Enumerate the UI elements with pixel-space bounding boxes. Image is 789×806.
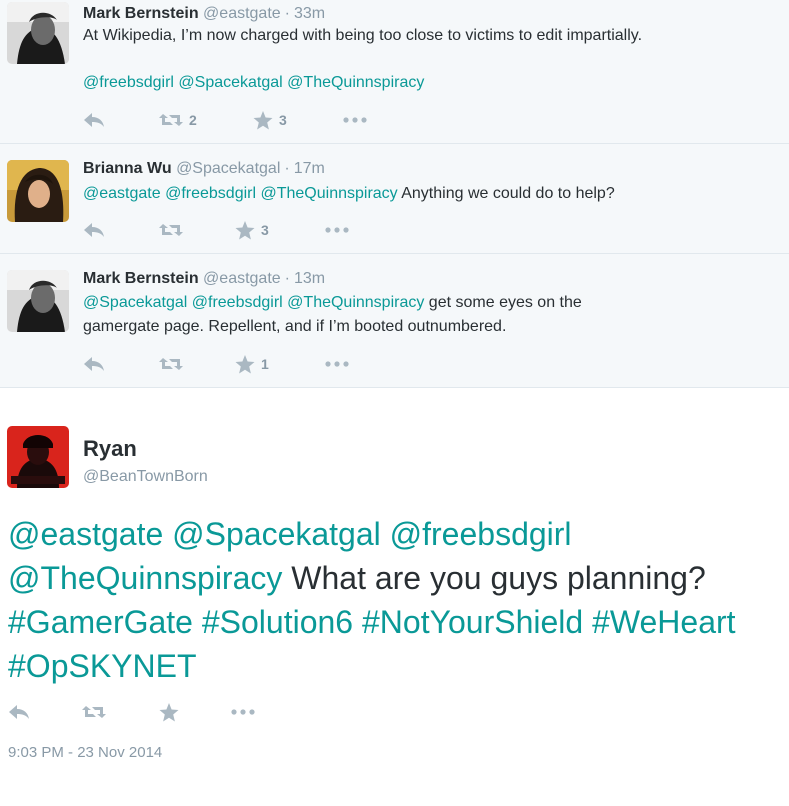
- mention-link[interactable]: @TheQuinnspiracy: [260, 185, 397, 202]
- mention-link[interactable]: @Spacekatgal: [178, 74, 282, 91]
- reply-tweet-2[interactable]: Brianna Wu @Spacekatgal · 17m @eastgate @f…: [0, 144, 789, 254]
- retweet-button[interactable]: [82, 702, 106, 722]
- favorite-button[interactable]: 3: [235, 220, 269, 240]
- dot-separator: ·: [284, 270, 290, 287]
- retweet-button[interactable]: 2: [159, 110, 197, 130]
- avatar[interactable]: [7, 2, 69, 64]
- reply-icon: [84, 357, 104, 371]
- reply-button[interactable]: [8, 702, 30, 722]
- tweet-header: Mark Bernstein @eastgate · 33m: [83, 5, 325, 23]
- avatar-photo-icon: [7, 426, 69, 488]
- avatar-photo-icon: [7, 270, 69, 332]
- tweet-text-segment: Anything we could do to help?: [397, 185, 615, 202]
- mention-link[interactable]: @TheQuinnspiracy: [8, 560, 282, 596]
- reply-tweet-1[interactable]: Mark Bernstein @eastgate · 33m At Wikipedi…: [0, 0, 789, 144]
- star-icon: [253, 110, 273, 129]
- retweet-icon: [159, 224, 183, 236]
- tweet-text-segment: [163, 516, 172, 552]
- author-name[interactable]: Ryan: [83, 436, 137, 462]
- more-button[interactable]: [325, 220, 349, 240]
- author-handle[interactable]: @eastgate: [203, 5, 281, 22]
- retweet-icon: [159, 114, 183, 126]
- mention-link[interactable]: @freebsdgirl: [83, 74, 174, 91]
- reply-icon: [84, 223, 104, 237]
- avatar-photo-icon: [7, 2, 69, 64]
- reply-button[interactable]: [83, 354, 105, 374]
- mention-link[interactable]: @eastgate: [8, 516, 163, 552]
- more-button[interactable]: [325, 354, 349, 374]
- favorite-count: 3: [261, 222, 269, 238]
- reply-icon: [84, 113, 104, 127]
- favorite-count: 3: [279, 112, 287, 128]
- retweet-icon: [159, 358, 183, 370]
- mention-link[interactable]: @TheQuinnspiracy: [287, 294, 424, 311]
- author-name[interactable]: Brianna Wu: [83, 160, 172, 177]
- hashtag-link[interactable]: #GamerGate: [8, 604, 193, 640]
- tweet-time[interactable]: 33m: [294, 5, 325, 22]
- hashtag-link[interactable]: #OpSKYNET: [8, 648, 197, 684]
- mention-link[interactable]: @Spacekatgal: [172, 516, 381, 552]
- dot-separator: ·: [284, 5, 290, 22]
- tweet-text-segment: [583, 604, 592, 640]
- tweet-text-segment: gamergate page. Repellent, and if I’m bo…: [83, 318, 507, 335]
- favorite-button[interactable]: 3: [253, 110, 287, 130]
- reply-icon: [9, 705, 29, 719]
- tweet-text-line: gamergate page. Repellent, and if I’m bo…: [83, 315, 506, 339]
- reply-tweet-3[interactable]: Mark Bernstein @eastgate · 13m @Spacekatga…: [0, 254, 789, 388]
- tweet-timestamp[interactable]: 9:03 PM - 23 Nov 2014: [8, 744, 162, 761]
- retweet-button[interactable]: [159, 220, 183, 240]
- tweet-text-segment: What are you guys planning?: [282, 560, 706, 596]
- mention-link[interactable]: @freebsdgirl: [165, 185, 256, 202]
- tweet-text-segment: [381, 516, 390, 552]
- star-icon: [235, 220, 255, 239]
- avatar[interactable]: [7, 160, 69, 222]
- favorite-button[interactable]: [159, 702, 179, 722]
- star-icon: [159, 702, 179, 721]
- mention-link[interactable]: @Spacekatgal: [83, 294, 187, 311]
- retweet-count: 2: [189, 112, 197, 128]
- tweet-text-segment: get some eyes on the: [424, 294, 582, 311]
- avatar[interactable]: [7, 426, 69, 488]
- tweet-text-segment: [193, 604, 202, 640]
- tweet-time[interactable]: 13m: [294, 270, 325, 287]
- mention-link[interactable]: @freebsdgirl: [192, 294, 283, 311]
- tweet-header: Mark Bernstein @eastgate · 13m: [83, 270, 325, 288]
- more-button[interactable]: [343, 110, 367, 130]
- hashtag-link[interactable]: #Solution6: [202, 604, 353, 640]
- star-icon: [235, 354, 255, 373]
- retweet-button[interactable]: [159, 354, 183, 374]
- tweet-text-line: @freebsdgirl @Spacekatgal @TheQuinnspira…: [83, 71, 424, 95]
- more-icon: [325, 361, 349, 367]
- tweet-text: @eastgate @Spacekatgal @freebsdgirl @The…: [8, 512, 778, 688]
- tweet-text-line: At Wikipedia, I’m now charged with being…: [83, 24, 642, 48]
- more-icon: [325, 227, 349, 233]
- author-name[interactable]: Mark Bernstein: [83, 270, 199, 287]
- mention-link[interactable]: @TheQuinnspiracy: [287, 74, 424, 91]
- mention-link[interactable]: @eastgate: [83, 185, 161, 202]
- avatar-photo-icon: [7, 160, 69, 222]
- author-handle[interactable]: @Spacekatgal: [176, 160, 280, 177]
- author-name[interactable]: Mark Bernstein: [83, 5, 199, 22]
- author-handle[interactable]: @BeanTownBorn: [83, 468, 208, 486]
- favorite-count: 1: [261, 356, 269, 372]
- author-handle[interactable]: @eastgate: [203, 270, 281, 287]
- tweet-header: Brianna Wu @Spacekatgal · 17m: [83, 160, 325, 178]
- mention-link[interactable]: @freebsdgirl: [390, 516, 572, 552]
- tweet-time[interactable]: 17m: [294, 160, 325, 177]
- reply-button[interactable]: [83, 220, 105, 240]
- dot-separator: ·: [284, 160, 290, 177]
- tweet-text-line: @eastgate @freebsdgirl @TheQuinnspiracy …: [83, 182, 615, 206]
- avatar[interactable]: [7, 270, 69, 332]
- tweet-text-line: @Spacekatgal @freebsdgirl @TheQuinnspira…: [83, 291, 582, 315]
- tweet-text-segment: At Wikipedia, I’m now charged with being…: [83, 27, 643, 44]
- hashtag-link[interactable]: #NotYourShield: [362, 604, 583, 640]
- tweet-text-segment: [353, 604, 362, 640]
- hashtag-link[interactable]: #WeHeart: [592, 604, 735, 640]
- favorite-button[interactable]: 1: [235, 354, 269, 374]
- more-icon: [343, 117, 367, 123]
- reply-button[interactable]: [83, 110, 105, 130]
- retweet-icon: [82, 706, 106, 718]
- more-icon: [231, 709, 255, 715]
- more-button[interactable]: [231, 702, 255, 722]
